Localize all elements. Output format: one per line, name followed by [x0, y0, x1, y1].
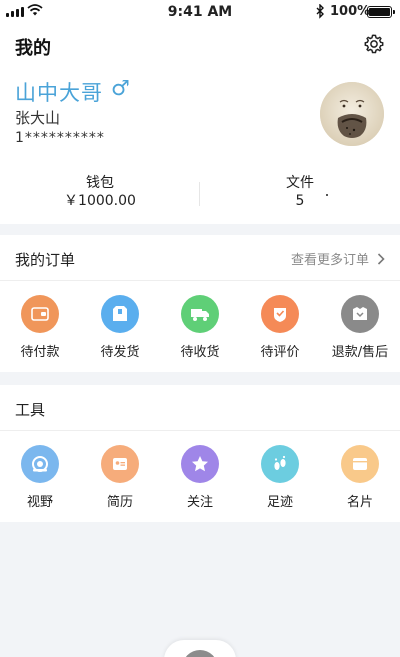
order-item-label: 待收货 — [180, 345, 220, 360]
files-value: 5 — [295, 193, 305, 209]
status-bar: 9:41 AM 100% — [0, 0, 400, 24]
order-refund-aftersale[interactable]: 退款/售后 — [320, 295, 400, 360]
review-icon — [261, 295, 299, 333]
order-item-label: 退款/售后 — [331, 345, 389, 360]
tool-footprint[interactable]: 足迹 — [240, 445, 320, 510]
order-pending-payment[interactable]: 待付款 — [0, 295, 80, 360]
resume-icon — [101, 445, 139, 483]
chevron-right-icon — [377, 252, 385, 265]
profile-card: 我的 山中大哥 ♂ 张大山 1********** 钱包 ￥1000.00 文件… — [0, 24, 400, 224]
refund-icon — [341, 295, 379, 333]
page-title: 我的 — [15, 38, 51, 59]
files-label: 文件 — [286, 175, 314, 191]
avatar[interactable] — [320, 82, 384, 146]
wallet-stat[interactable]: 钱包 ￥1000.00 — [0, 174, 200, 210]
footprint-icon — [261, 445, 299, 483]
tools-grid: 视野 简历 关注 足迹 名片 — [0, 431, 400, 521]
tool-follow[interactable]: 关注 — [160, 445, 240, 510]
gender-male-icon: ♂ — [111, 76, 130, 100]
order-pending-review[interactable]: 待评价 — [240, 295, 320, 360]
wallet-label: 钱包 — [86, 175, 114, 191]
truck-icon — [181, 295, 219, 333]
center-tab-button[interactable] — [164, 640, 236, 657]
tool-item-label: 简历 — [106, 495, 133, 510]
files-stat[interactable]: 文件 5 — [200, 174, 400, 210]
eye-icon — [21, 445, 59, 483]
orders-grid: 待付款 待发货 待收货 待评价 退款/售后 — [0, 281, 400, 371]
tools-header: 工具 — [0, 385, 400, 431]
battery-percent: 100% — [330, 4, 371, 19]
tool-vision[interactable]: 视野 — [0, 445, 80, 510]
orders-header: 我的订单 查看更多订单 — [0, 235, 400, 281]
tool-resume[interactable]: 简历 — [80, 445, 160, 510]
card-icon — [341, 445, 379, 483]
order-pending-shipment[interactable]: 待发货 — [80, 295, 160, 360]
tools-section: 工具 视野 简历 关注 足迹 名片 — [0, 385, 400, 522]
view-more-orders-label: 查看更多订单 — [290, 253, 369, 268]
gear-icon[interactable] — [363, 33, 385, 55]
user-real-name: 张大山 — [15, 109, 61, 127]
order-pending-receipt[interactable]: 待收货 — [160, 295, 240, 360]
orders-title: 我的订单 — [15, 251, 76, 269]
tool-item-label: 视野 — [26, 495, 53, 510]
stats-bar: 钱包 ￥1000.00 文件 5 — [0, 174, 400, 214]
tool-business-card[interactable]: 名片 — [320, 445, 400, 510]
order-item-label: 待评价 — [260, 345, 300, 360]
package-icon — [101, 295, 139, 333]
order-item-label: 待付款 — [20, 345, 60, 360]
star-icon — [181, 445, 219, 483]
tool-item-label: 足迹 — [266, 495, 293, 510]
tool-item-label: 名片 — [346, 495, 373, 510]
orders-section: 我的订单 查看更多订单 待付款 待发货 待收货 待评价 退款/售后 — [0, 235, 400, 372]
bluetooth-icon — [316, 4, 324, 19]
wallet-icon — [21, 295, 59, 333]
wallet-value: ￥1000.00 — [64, 193, 136, 209]
tool-item-label: 关注 — [186, 495, 213, 510]
battery-icon — [367, 6, 395, 18]
tools-title: 工具 — [15, 401, 46, 419]
view-more-orders-link[interactable]: 查看更多订单 — [291, 249, 385, 268]
dot-mark — [326, 194, 328, 196]
order-item-label: 待发货 — [100, 345, 140, 360]
user-nickname: 山中大哥 — [15, 81, 103, 105]
user-phone: 1********** — [15, 130, 105, 146]
home-icon — [182, 650, 218, 657]
